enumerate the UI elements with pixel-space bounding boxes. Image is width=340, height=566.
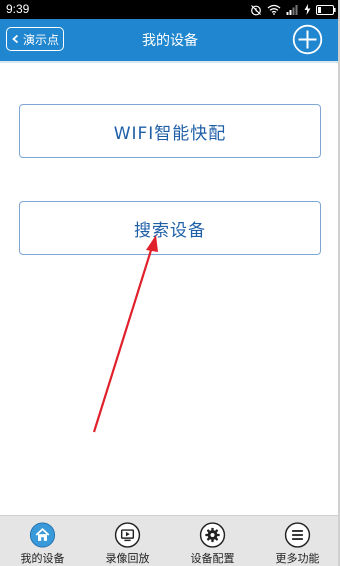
play-screen-icon: [114, 522, 141, 548]
nav-item-my-devices[interactable]: 我的设备: [0, 516, 85, 566]
status-time: 9:39: [6, 2, 30, 16]
header-bar: 演示点 我的设备: [0, 19, 340, 61]
bottom-nav: 我的设备 录像回放 设备配置 更多功能: [0, 515, 340, 566]
alarm-icon: [251, 4, 261, 15]
battery-icon: [316, 4, 336, 15]
nav-label: 我的设备: [20, 552, 65, 565]
nav-label: 录像回放: [105, 552, 150, 565]
home-icon: [29, 522, 56, 548]
add-device-button[interactable]: [292, 24, 323, 55]
nav-label: 设备配置: [190, 552, 235, 565]
phone-screen: 9:39 演示点 我的设备 WIFI智能快配 搜索设备 我的设备 录像回放 设备…: [0, 0, 340, 566]
header-divider: [0, 61, 340, 63]
nav-label: 更多功能: [275, 552, 320, 565]
wifi-quick-config-button[interactable]: WIFI智能快配: [19, 104, 321, 158]
annotation-arrow: [92, 235, 158, 433]
signal-icon: [286, 5, 298, 15]
nav-item-device-config[interactable]: 设备配置: [170, 516, 255, 566]
page-title: 我的设备: [142, 33, 198, 49]
nav-item-playback[interactable]: 录像回放: [85, 516, 170, 566]
status-bar: 9:39: [0, 0, 340, 19]
search-device-button[interactable]: 搜索设备: [19, 201, 321, 255]
menu-icon: [284, 522, 311, 548]
status-icons: [250, 2, 336, 17]
nav-item-more[interactable]: 更多功能: [255, 516, 340, 566]
charging-icon: [304, 4, 311, 15]
wifi-icon: [267, 4, 281, 15]
gear-icon: [199, 522, 226, 548]
